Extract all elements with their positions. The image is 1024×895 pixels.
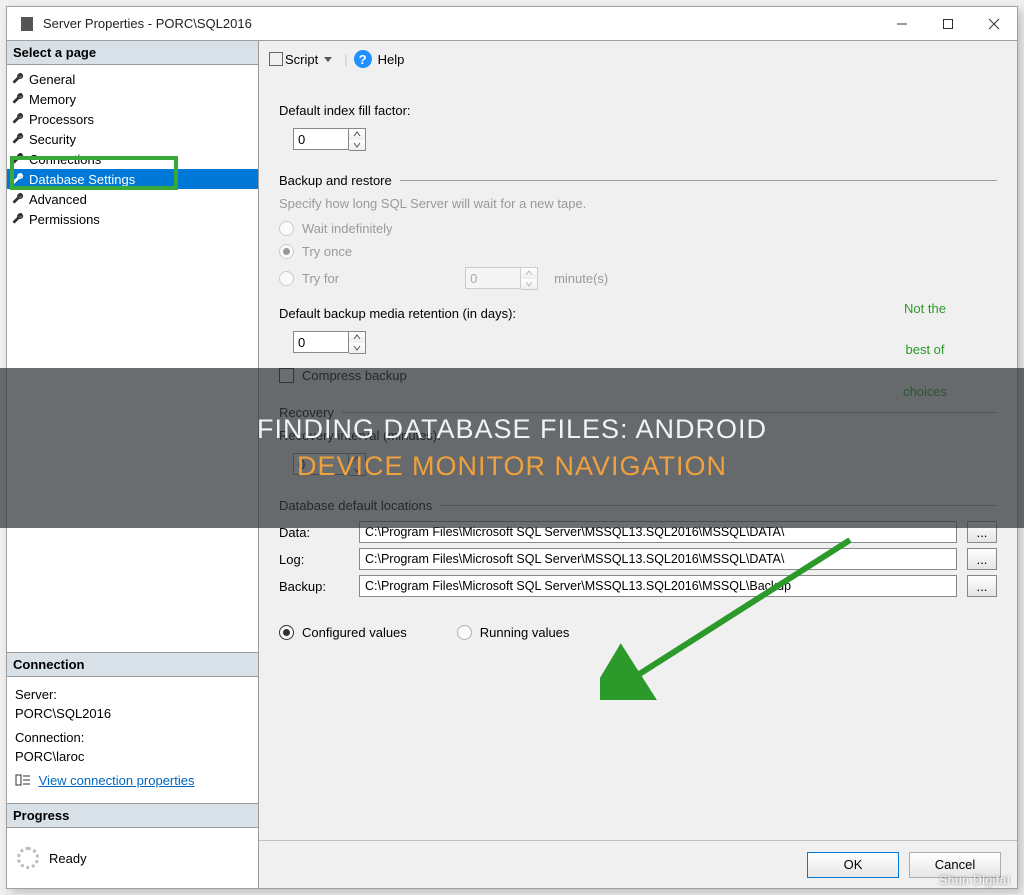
- wrench-icon: [11, 152, 25, 166]
- connection-label: Connection:: [15, 728, 250, 748]
- page-list: General Memory Processors Security Conne…: [7, 65, 258, 233]
- overlay-banner: FINDING DATABASE FILES: ANDROID DEVICE M…: [0, 368, 1024, 528]
- script-button[interactable]: Script: [269, 52, 338, 67]
- arrow-annotation: [600, 530, 860, 700]
- view-connection-properties-link[interactable]: View connection properties: [39, 773, 195, 788]
- browse-backup-button[interactable]: ...: [967, 575, 997, 597]
- progress-header: Progress: [7, 804, 258, 828]
- try-once-option: Try once: [279, 244, 997, 259]
- media-retention-input[interactable]: [293, 331, 366, 354]
- help-button[interactable]: Help: [378, 52, 405, 67]
- progress-panel: Progress Ready: [7, 803, 258, 888]
- running-values-option[interactable]: Running values: [457, 625, 570, 640]
- toolbar: Script | ? Help: [259, 41, 1017, 77]
- page-connections[interactable]: Connections: [7, 149, 258, 169]
- page-memory[interactable]: Memory: [7, 89, 258, 109]
- wrench-icon: [11, 172, 25, 186]
- page-general[interactable]: General: [7, 69, 258, 89]
- connection-panel: Connection Server: PORC\SQL2016 Connecti…: [7, 652, 258, 803]
- titlebar[interactable]: Server Properties - PORC\SQL2016: [7, 7, 1017, 41]
- page-advanced[interactable]: Advanced: [7, 189, 258, 209]
- spin-up[interactable]: [349, 129, 365, 140]
- fill-factor-input[interactable]: [293, 128, 366, 151]
- sidebar-header: Select a page: [7, 41, 258, 65]
- overlay-line2: DEVICE MONITOR NAVIGATION: [297, 451, 727, 482]
- server-value: PORC\SQL2016: [15, 704, 250, 724]
- log-path-label: Log:: [279, 552, 349, 567]
- ok-button[interactable]: OK: [807, 852, 899, 878]
- help-icon: ?: [354, 50, 372, 68]
- wrench-icon: [11, 192, 25, 206]
- page-security[interactable]: Security: [7, 129, 258, 149]
- wrench-icon: [11, 212, 25, 226]
- page-permissions[interactable]: Permissions: [7, 209, 258, 229]
- maximize-button[interactable]: [925, 7, 971, 41]
- spinner-icon: [17, 847, 39, 869]
- backup-restore-header: Backup and restore: [279, 173, 392, 188]
- spin-down[interactable]: [349, 140, 365, 151]
- app-icon: [21, 17, 33, 31]
- progress-status: Ready: [49, 851, 87, 866]
- wrench-icon: [11, 72, 25, 86]
- minimize-button[interactable]: [879, 7, 925, 41]
- overlay-line1: FINDING DATABASE FILES: ANDROID: [257, 414, 767, 445]
- button-bar: OK Cancel: [259, 840, 1017, 888]
- wrench-icon: [11, 112, 25, 126]
- browse-log-button[interactable]: ...: [967, 548, 997, 570]
- server-label: Server:: [15, 685, 250, 705]
- backup-path-label: Backup:: [279, 579, 349, 594]
- script-icon: [269, 52, 283, 66]
- chevron-down-icon: [324, 57, 332, 62]
- close-button[interactable]: [971, 7, 1017, 41]
- wrench-icon: [11, 92, 25, 106]
- fill-factor-label: Default index fill factor:: [279, 103, 997, 118]
- connection-value: PORC\laroc: [15, 747, 250, 767]
- page-database-settings[interactable]: Database Settings: [7, 169, 258, 189]
- watermark: Shun Digital: [939, 873, 1010, 887]
- wrench-icon: [11, 132, 25, 146]
- connection-header: Connection: [7, 653, 258, 677]
- page-processors[interactable]: Processors: [7, 109, 258, 129]
- wait-indefinitely-option: Wait indefinitely: [279, 221, 997, 236]
- properties-icon: [15, 772, 31, 792]
- window-title: Server Properties - PORC\SQL2016: [43, 16, 252, 31]
- backup-help-text: Specify how long SQL Server will wait fo…: [279, 196, 997, 211]
- configured-values-option[interactable]: Configured values: [279, 625, 407, 640]
